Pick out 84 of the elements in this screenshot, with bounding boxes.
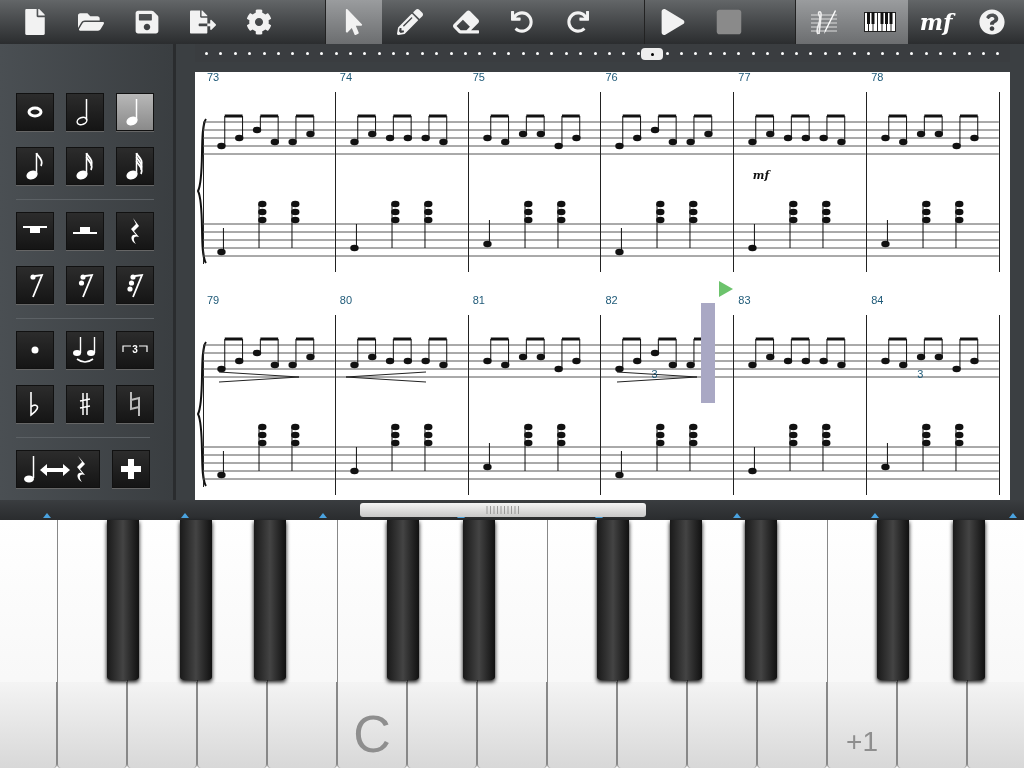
palette-button[interactable]	[116, 385, 154, 423]
pencil-icon	[397, 9, 423, 35]
flagged-note-icon	[25, 152, 45, 180]
half-rest-icon	[73, 226, 97, 236]
help-icon	[979, 9, 1005, 35]
dynamic-marking: mf	[752, 168, 770, 184]
palette-button[interactable]	[16, 147, 54, 185]
palette-button[interactable]	[16, 212, 54, 250]
undo-icon	[511, 11, 533, 33]
palette-button[interactable]	[112, 450, 150, 488]
sharp-icon	[79, 392, 91, 416]
toolbar-button[interactable]	[852, 0, 908, 44]
page-arrow-icon	[190, 9, 216, 35]
piano-key[interactable]	[477, 682, 547, 768]
measure-number: 81	[472, 295, 485, 306]
measure-number: 82	[605, 295, 618, 306]
octave-marker-icon	[319, 513, 327, 518]
rest-icon	[125, 271, 145, 299]
flagged-note-icon	[125, 152, 145, 180]
dynamics-button[interactable]: mf	[908, 0, 964, 44]
palette-button[interactable]: 3	[116, 331, 154, 369]
quarter-rest-icon	[128, 217, 142, 245]
measure-number: 80	[339, 295, 353, 306]
redo-icon	[567, 11, 589, 33]
measure-number: 79	[207, 295, 220, 306]
measure-number: 74	[339, 72, 353, 83]
measure-number: 75	[472, 72, 485, 83]
flagged-note-icon	[75, 152, 95, 180]
staff-pencil-icon	[809, 7, 839, 37]
palette-button[interactable]	[16, 450, 100, 488]
piano-key[interactable]	[897, 682, 967, 768]
palette-button[interactable]	[16, 266, 54, 304]
octave-marker-icon	[181, 513, 189, 518]
flat-icon	[29, 391, 41, 417]
key-label: +1	[846, 728, 878, 759]
settings-icon	[246, 9, 272, 35]
piano-key[interactable]	[57, 682, 127, 768]
measure-number: 73	[207, 72, 220, 83]
grip-icon	[485, 506, 521, 514]
play-icon	[660, 9, 686, 35]
tuplet-number: 3	[132, 345, 138, 355]
keyboard-scroll-thumb[interactable]	[360, 503, 646, 517]
palette-button[interactable]	[66, 212, 104, 250]
natural-icon	[129, 391, 141, 417]
palette-button[interactable]	[116, 266, 154, 304]
stop-icon	[715, 8, 743, 36]
octave-marker-icon	[43, 513, 51, 518]
palette-button[interactable]	[66, 266, 104, 304]
piano-keys-icon	[864, 12, 896, 32]
palette-button[interactable]	[16, 385, 54, 423]
piano-key[interactable]	[127, 682, 197, 768]
tuplet-number: 3	[651, 369, 658, 380]
palette-button[interactable]	[16, 93, 54, 131]
palette-button[interactable]	[116, 212, 154, 250]
palette-button[interactable]	[66, 147, 104, 185]
palette-button[interactable]	[66, 93, 104, 131]
octave-marker-icon	[733, 513, 741, 518]
measure-number: 76	[605, 72, 618, 83]
palette-button[interactable]	[66, 385, 104, 423]
measure-number: 84	[871, 295, 884, 306]
measure-number: 78	[871, 72, 884, 83]
key-label: C	[353, 708, 391, 760]
piano-key[interactable]	[197, 682, 267, 768]
tuplet-number: 3	[917, 369, 924, 380]
measure-number: 77	[738, 72, 751, 83]
piano-key[interactable]	[547, 682, 617, 768]
palette-button[interactable]	[66, 331, 104, 369]
piano-key[interactable]	[617, 682, 687, 768]
ruler-thumb[interactable]	[641, 48, 663, 60]
palette-button[interactable]	[16, 331, 54, 369]
plus-icon	[121, 459, 141, 479]
palette-button[interactable]	[116, 93, 154, 131]
palette-button[interactable]	[116, 147, 154, 185]
whole-rest-icon	[23, 226, 47, 236]
piano-key[interactable]	[757, 682, 827, 768]
piano-key[interactable]	[267, 682, 337, 768]
measure-number: 83	[738, 295, 751, 306]
piano-key[interactable]	[687, 682, 757, 768]
octave-marker-icon	[871, 513, 879, 518]
blank-page-icon	[22, 9, 48, 35]
octave-marker-icon	[1009, 513, 1017, 518]
eraser-icon	[453, 9, 479, 35]
piano-key[interactable]	[407, 682, 477, 768]
dot-icon	[31, 346, 39, 354]
